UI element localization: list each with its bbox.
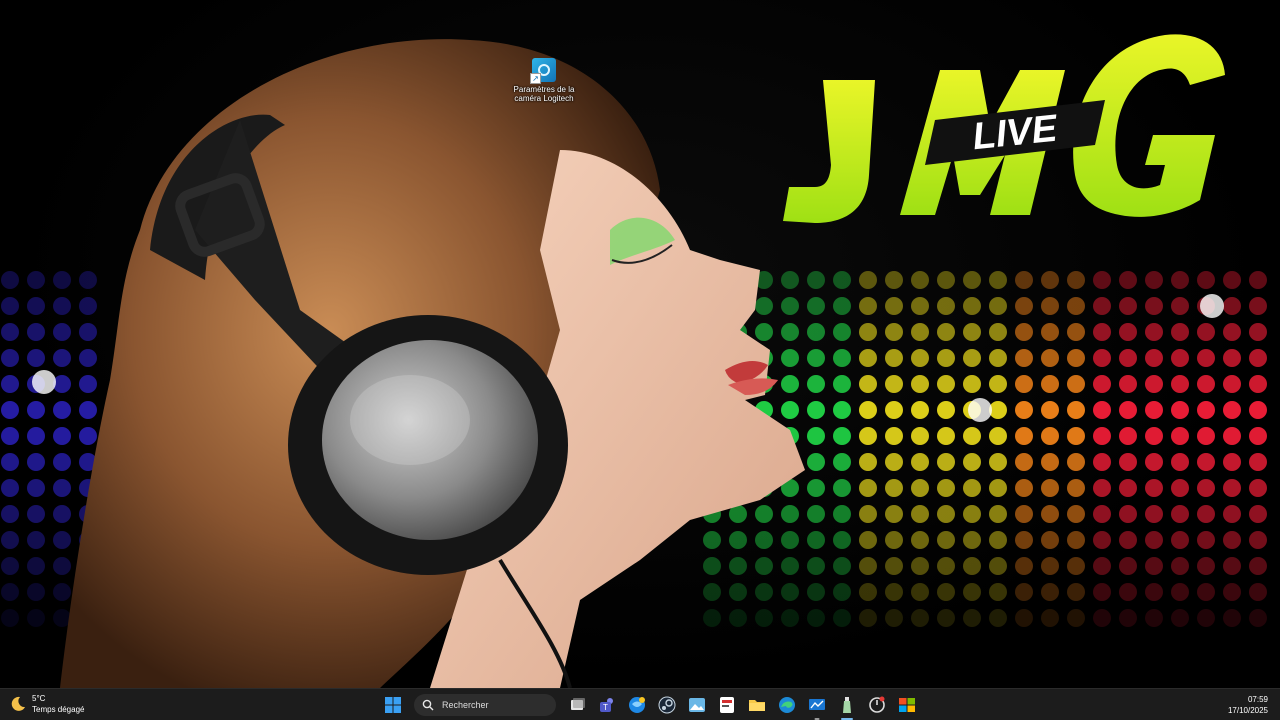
logo-live-text: LIVE xyxy=(971,108,1061,159)
clock-time: 07:59 xyxy=(1247,695,1268,704)
globe-icon xyxy=(629,697,645,713)
taskbar: 5°C Temps dégagé Rechercher T 07:59 17/1… xyxy=(0,688,1280,720)
photos-icon xyxy=(689,698,705,712)
desktop[interactable]: LIVE ↗ Paramètres de la caméra Logitech xyxy=(0,0,1280,688)
clock-date: 17/10/2025 xyxy=(1227,706,1268,715)
logitech-camera-icon: ↗ xyxy=(530,58,556,84)
timer-icon xyxy=(869,696,885,713)
edge-button[interactable] xyxy=(774,692,800,718)
svg-text:T: T xyxy=(603,703,608,712)
bottle-icon xyxy=(843,697,851,713)
moon-icon xyxy=(11,696,25,711)
edge-icon xyxy=(779,697,795,713)
monitor-app-button[interactable] xyxy=(804,692,830,720)
desktop-shortcut-logitech-camera[interactable]: ↗ Paramètres de la caméra Logitech xyxy=(508,58,580,103)
start-button[interactable] xyxy=(380,692,406,718)
search-icon xyxy=(422,699,434,711)
taskbar-apps: Rechercher T xyxy=(378,692,922,720)
media-app-button[interactable] xyxy=(714,692,740,718)
globe-app-button[interactable] xyxy=(624,692,650,718)
store-app-button[interactable] xyxy=(894,692,920,718)
windows-start-icon xyxy=(385,697,401,713)
teams-button[interactable]: T xyxy=(594,692,620,718)
jmg-live-logo: LIVE xyxy=(783,34,1225,223)
task-view-icon xyxy=(571,698,585,710)
folder-icon xyxy=(749,700,765,711)
search-placeholder: Rechercher xyxy=(442,700,489,710)
weather-temperature: 5°C xyxy=(32,694,46,703)
steam-icon xyxy=(658,696,676,714)
timer-app-button[interactable] xyxy=(864,692,890,718)
task-view-button[interactable] xyxy=(564,692,590,718)
steam-button[interactable] xyxy=(654,692,680,718)
shortcut-arrow-icon: ↗ xyxy=(530,73,541,84)
media-app-icon xyxy=(720,697,734,713)
file-explorer-button[interactable] xyxy=(744,692,770,718)
weather-condition: Temps dégagé xyxy=(32,705,85,714)
bottle-app-button[interactable] xyxy=(834,692,860,720)
teams-icon: T xyxy=(600,698,613,712)
taskbar-search-box[interactable]: Rechercher xyxy=(414,694,556,716)
weather-widget[interactable]: 5°C Temps dégagé xyxy=(10,693,84,715)
desktop-shortcut-label: Paramètres de la caméra Logitech xyxy=(513,85,575,103)
store-icon xyxy=(899,698,915,712)
monitor-icon xyxy=(809,699,825,710)
photos-button[interactable] xyxy=(684,692,710,718)
taskbar-clock[interactable]: 07:59 17/10/2025 xyxy=(1228,694,1268,716)
